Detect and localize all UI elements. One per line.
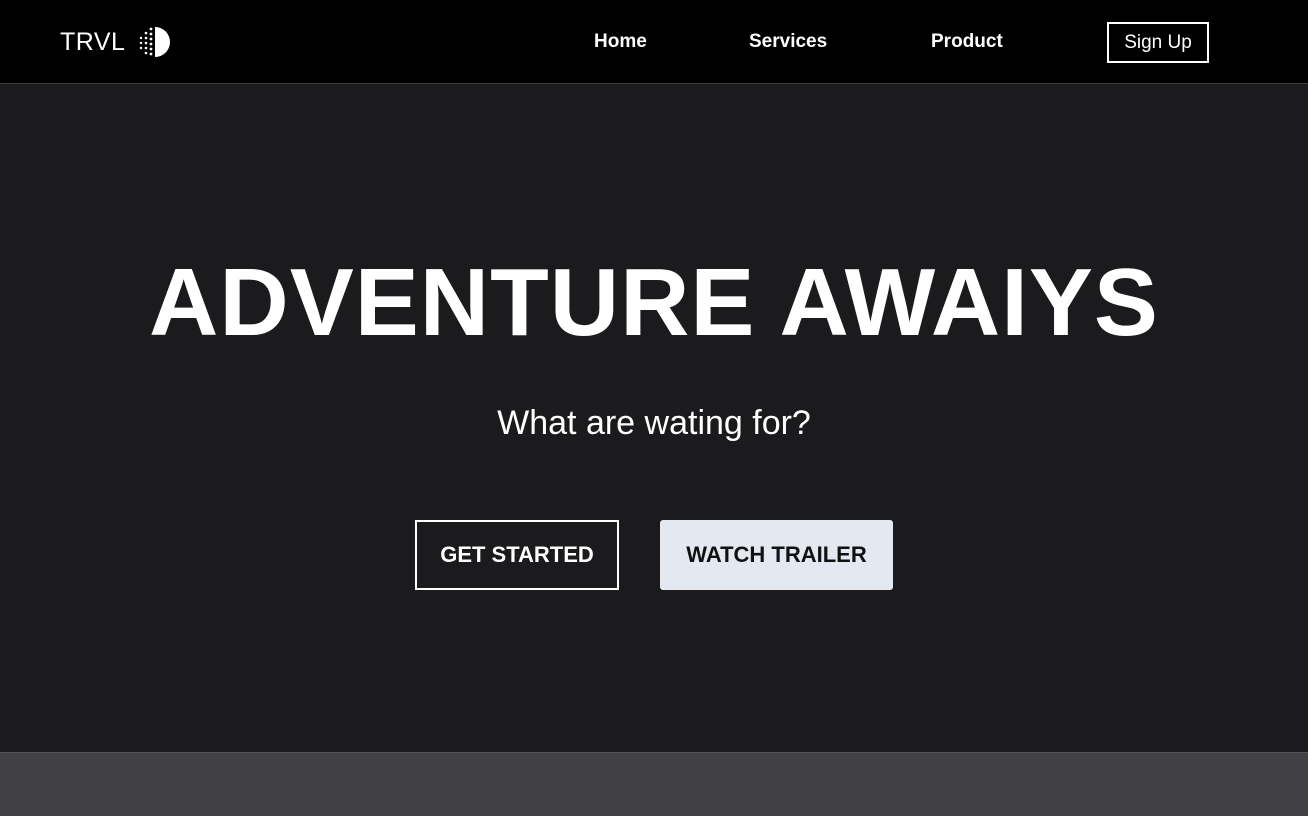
dotted-half-circle-logo-icon	[140, 27, 171, 57]
hero-subtitle: What are wating for?	[497, 404, 811, 442]
sign-up-button[interactable]: Sign Up	[1107, 22, 1209, 63]
brand-name: TRVL	[60, 27, 126, 56]
nav-link-product[interactable]: Product	[931, 30, 1003, 54]
top-navbar: TRVL Home Services Product Sign Up	[0, 0, 1308, 84]
nav-link-home[interactable]: Home	[594, 30, 647, 54]
nav-link-services[interactable]: Services	[749, 30, 827, 54]
get-started-button[interactable]: GET STARTED	[415, 520, 619, 590]
watch-trailer-button[interactable]: WATCH TRAILER	[660, 520, 893, 590]
hero-title: ADVENTURE AWAIYS	[149, 249, 1159, 356]
footer-section	[0, 752, 1308, 816]
hero-section: ADVENTURE AWAIYS What are wating for? GE…	[0, 85, 1308, 752]
brand-logo-link[interactable]: TRVL	[60, 24, 173, 60]
